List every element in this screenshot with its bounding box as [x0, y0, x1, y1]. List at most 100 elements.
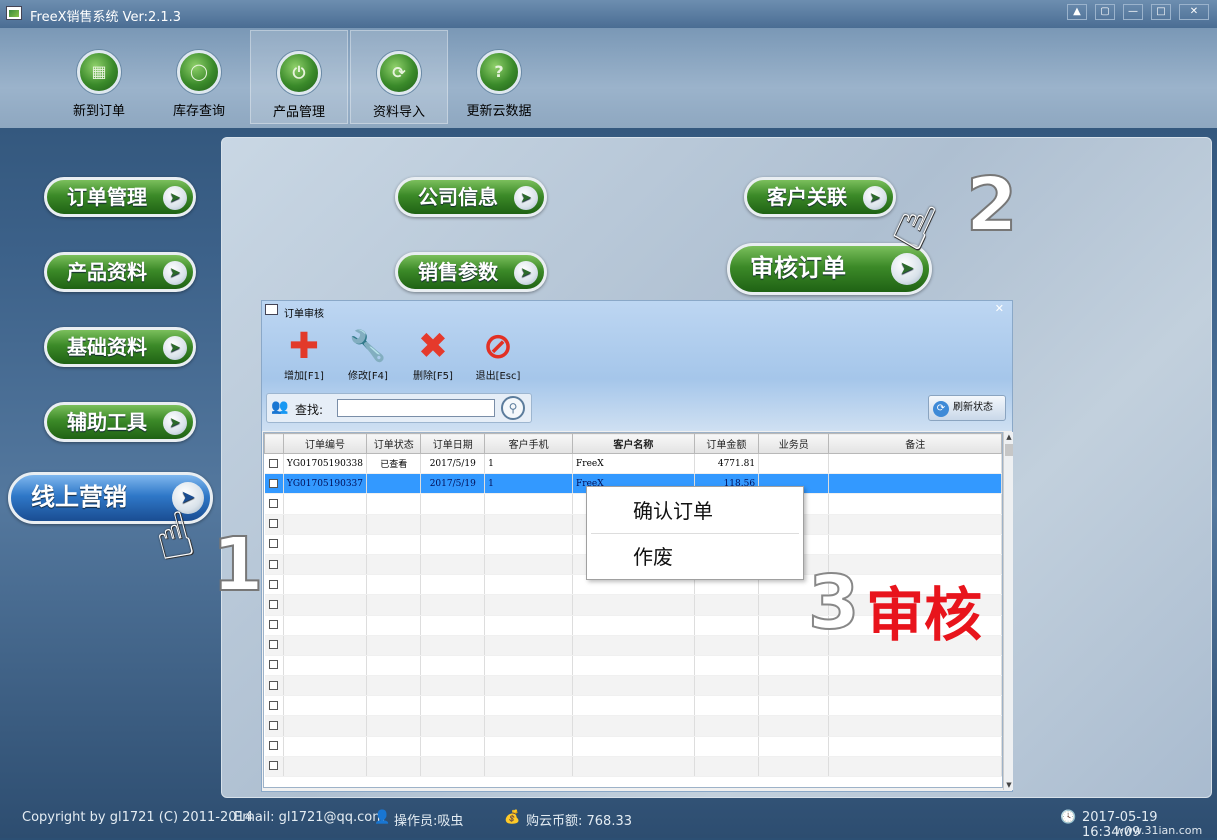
row-checkbox[interactable]: [269, 539, 279, 549]
col-header[interactable]: 客户手机: [484, 433, 574, 454]
delete-button[interactable]: ✖ 删除[F5]: [403, 327, 463, 383]
table-cell: [828, 715, 1002, 737]
refresh-status-button[interactable]: ⟳ 刷新状态: [928, 395, 1006, 421]
table-row[interactable]: [264, 655, 1002, 677]
row-checkbox[interactable]: [269, 579, 279, 589]
col-header[interactable]: 订单编号: [282, 433, 368, 454]
toolbar-new-orders[interactable]: ▦ 新到订单: [50, 30, 148, 124]
vertical-scrollbar[interactable]: ▲ ▼: [1003, 432, 1013, 790]
table-cell: [828, 695, 1002, 717]
col-header[interactable]: 订单日期: [420, 433, 486, 454]
sidebar-item-label: 辅助工具: [67, 410, 147, 434]
email-text: Email: gl1721@qq.com: [234, 810, 385, 825]
table-cell: YG01705190338: [283, 453, 368, 475]
table-cell: [758, 756, 830, 778]
window-restore-icon[interactable]: ▢: [1095, 4, 1115, 20]
row-checkbox[interactable]: [269, 680, 279, 690]
row-checkbox-cell: [264, 615, 284, 636]
row-checkbox-cell: [264, 514, 284, 535]
minimize-button[interactable]: —: [1123, 4, 1143, 20]
col-header[interactable]: 订单金额: [693, 433, 760, 454]
scroll-down-icon[interactable]: ▼: [1004, 780, 1014, 790]
sidebar-item-basic-info[interactable]: 基础资料 ➤: [44, 327, 196, 367]
table-row[interactable]: [264, 736, 1002, 757]
table-cell: [694, 675, 760, 697]
scroll-thumb[interactable]: [1005, 444, 1013, 456]
row-checkbox[interactable]: [269, 640, 279, 650]
menu-item-void[interactable]: 作废: [587, 535, 803, 579]
row-checkbox-cell: [264, 635, 284, 656]
scroll-up-icon[interactable]: ▲: [1004, 432, 1014, 442]
step-1-label: 1: [211, 521, 264, 609]
close-icon[interactable]: ✕: [995, 302, 1004, 315]
company-info-button[interactable]: 公司信息 ➤: [395, 177, 547, 217]
search-input[interactable]: [337, 399, 495, 417]
table-cell: [366, 655, 422, 677]
col-header[interactable]: 客户名称: [572, 433, 695, 454]
row-checkbox[interactable]: [269, 559, 279, 569]
table-cell: [283, 695, 368, 717]
toolbar-cloud-update[interactable]: ? 更新云数据: [450, 30, 548, 124]
table-cell: [758, 715, 830, 737]
table-row[interactable]: [264, 756, 1002, 778]
table-row[interactable]: [264, 675, 1002, 697]
col-header[interactable]: 业务员: [758, 433, 830, 454]
sidebar-item-order-management[interactable]: 订单管理 ➤: [44, 177, 196, 217]
table-cell: [828, 473, 1002, 495]
toolbar-label: 库存查询: [172, 104, 225, 119]
balance-text: 购云币额: 768.33: [526, 814, 632, 829]
table-cell: [484, 675, 574, 697]
table-cell: [758, 655, 830, 677]
col-header[interactable]: 备注: [828, 433, 1002, 454]
row-checkbox[interactable]: [269, 498, 279, 508]
button-label: 审核订单: [750, 254, 846, 282]
table-cell: [828, 514, 1002, 535]
sales-params-button[interactable]: 销售参数 ➤: [395, 252, 547, 292]
table-row[interactable]: [264, 695, 1002, 717]
table-cell: [366, 534, 422, 555]
arrow-right-icon: ➤: [514, 261, 538, 285]
toolbar-import[interactable]: ⟳ 资料导入: [350, 30, 448, 124]
row-checkbox[interactable]: [269, 599, 279, 609]
col-header[interactable]: 订单状态: [366, 433, 422, 454]
table-row[interactable]: [264, 715, 1002, 737]
table-cell: [828, 756, 1002, 778]
search-icon[interactable]: ⚲: [501, 396, 525, 420]
sidebar-item-aux-tools[interactable]: 辅助工具 ➤: [44, 402, 196, 442]
row-checkbox-cell: [264, 493, 284, 515]
table-cell: [283, 534, 368, 555]
add-button[interactable]: ✚ 增加[F1]: [274, 327, 334, 383]
skin-icon[interactable]: ▲: [1067, 4, 1087, 20]
row-checkbox[interactable]: [269, 761, 279, 771]
menu-item-confirm-order[interactable]: 确认订单: [587, 489, 803, 533]
button-label: 公司信息: [418, 185, 498, 209]
table-cell: [283, 655, 368, 677]
row-checkbox[interactable]: [269, 660, 279, 670]
user-icon: 👤: [374, 810, 391, 825]
table-cell: [828, 675, 1002, 697]
exit-button[interactable]: ⊘ 退出[Esc]: [468, 327, 528, 383]
row-checkbox[interactable]: [269, 741, 279, 751]
table-row[interactable]: YG01705190338 已查看 2017/5/19 1 FreeX 4771.81: [264, 453, 1002, 475]
toolbar-label: 资料导入: [372, 105, 425, 120]
row-checkbox[interactable]: [269, 458, 279, 468]
row-checkbox-cell: [264, 675, 284, 697]
row-checkbox[interactable]: [269, 700, 279, 710]
row-checkbox[interactable]: [269, 721, 279, 731]
arrow-right-icon: ➤: [514, 186, 538, 210]
row-checkbox[interactable]: [269, 519, 279, 529]
sidebar-item-label: 产品资料: [67, 260, 147, 284]
customer-link-button[interactable]: 客户关联 ➤: [744, 177, 896, 217]
close-button[interactable]: ✕: [1179, 4, 1209, 20]
toolbar-products[interactable]: ⏻ 产品管理: [250, 30, 348, 124]
row-checkbox-cell: [264, 715, 284, 737]
maximize-button[interactable]: □: [1151, 4, 1171, 20]
sidebar-item-product-info[interactable]: 产品资料 ➤: [44, 252, 196, 292]
edit-button[interactable]: 🔧 修改[F4]: [338, 327, 398, 382]
refresh-icon: ⟳: [933, 401, 949, 417]
row-checkbox[interactable]: [269, 620, 279, 630]
row-checkbox[interactable]: [269, 478, 279, 488]
row-checkbox-cell: [264, 594, 284, 616]
wrench-icon: 🔧: [349, 329, 387, 364]
toolbar-inventory[interactable]: ◯ 库存查询: [150, 30, 248, 124]
